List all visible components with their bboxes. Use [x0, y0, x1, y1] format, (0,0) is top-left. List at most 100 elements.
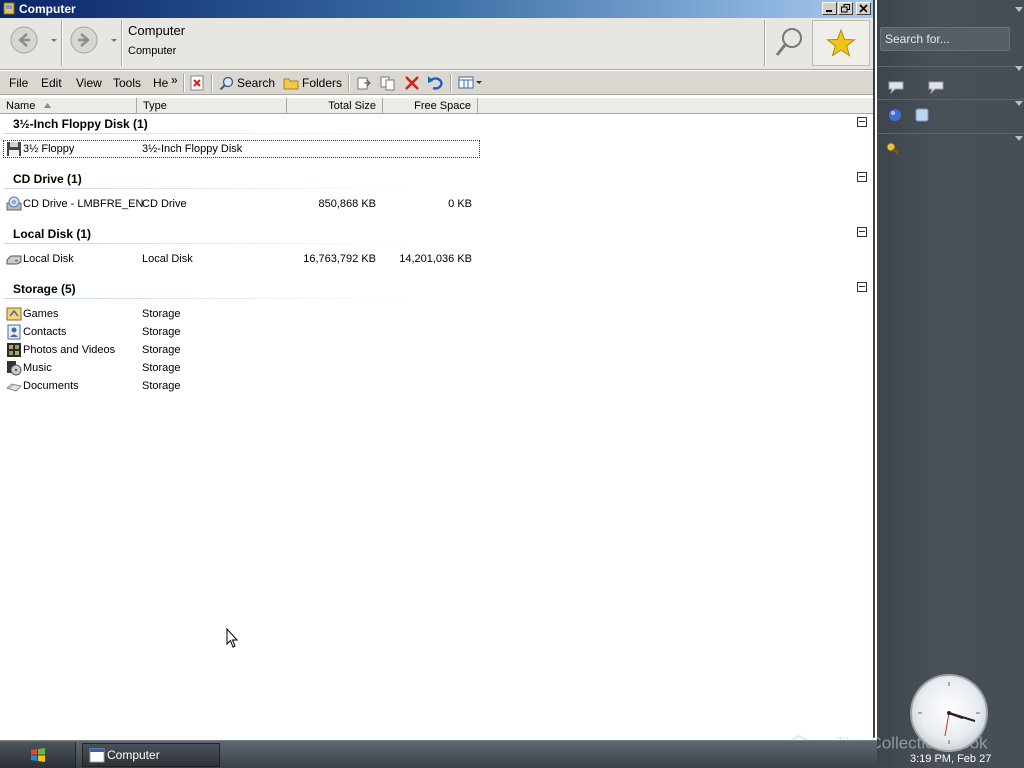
item-name: Music — [23, 362, 52, 374]
nav-separator — [764, 20, 766, 66]
nav-separator — [121, 20, 123, 66]
taskbar-button-computer[interactable]: Computer — [82, 743, 220, 767]
sort-ascending-icon — [44, 103, 51, 108]
column-header-free-label: Free Space — [414, 100, 471, 112]
menu-toolbar: File Edit View Tools He » Search Folders — [0, 71, 873, 95]
column-header-total-size[interactable]: Total Size — [287, 98, 383, 114]
music-icon — [7, 361, 22, 376]
group-collapse-button[interactable] — [857, 172, 867, 182]
back-button[interactable] — [8, 24, 40, 56]
item-name: Local Disk — [23, 253, 74, 265]
menu-overflow-chevron[interactable]: » — [171, 73, 178, 87]
undo-icon[interactable] — [427, 75, 443, 91]
item-name: 3½ Floppy — [23, 143, 75, 155]
toolbar-separator — [183, 74, 185, 92]
stop-page-icon — [190, 75, 204, 91]
contacts-gadget-icon[interactable] — [887, 107, 903, 123]
folder-icon — [283, 78, 299, 90]
sidebar-search-input[interactable]: Search for... — [880, 27, 1010, 51]
sidebar-divider — [877, 133, 1024, 134]
move-to-icon[interactable] — [356, 75, 372, 91]
stop-button[interactable] — [190, 75, 204, 91]
item-type: CD Drive — [142, 198, 187, 210]
toolbar-separator — [450, 74, 452, 92]
column-header-name-label: Name — [6, 100, 36, 112]
floppy-icon — [7, 142, 21, 156]
item-type: Local Disk — [142, 253, 193, 265]
sidebar-tile-menu-arrow-icon[interactable] — [1015, 101, 1023, 106]
item-type: 3½-Inch Floppy Disk — [142, 143, 243, 155]
photos-icon — [7, 343, 21, 357]
group-collapse-button[interactable] — [857, 117, 867, 127]
menu-edit[interactable]: Edit — [41, 76, 62, 90]
forward-dropdown-icon[interactable] — [110, 35, 118, 45]
group-header-storage[interactable]: Storage (5) — [13, 282, 76, 296]
navigation-bar: Computer Computer — [0, 18, 873, 70]
documents-icon — [6, 383, 22, 392]
menu-view[interactable]: View — [76, 76, 102, 90]
keys-gadget-icon[interactable] — [884, 140, 902, 158]
group-header-floppy[interactable]: 3½-Inch Floppy Disk (1) — [13, 117, 148, 131]
restore-icon — [841, 4, 850, 13]
drive-list[interactable]: 3½-Inch Floppy Disk (1) 3½ Floppy 3½-Inc… — [0, 115, 873, 738]
location-title: Computer — [128, 23, 186, 38]
item-total-size: 850,868 KB — [318, 198, 377, 210]
item-total-size: 16,763,792 KB — [303, 253, 376, 265]
games-icon — [6, 307, 22, 321]
forward-button[interactable] — [68, 24, 100, 56]
menu-help[interactable]: He — [153, 76, 168, 90]
window-app-icon — [89, 748, 105, 763]
sidebar-divider — [877, 99, 1024, 100]
list-item[interactable]: 3½ Floppy 3½-Inch Floppy Disk — [3, 140, 480, 158]
group-header-local-disk[interactable]: Local Disk (1) — [13, 227, 91, 241]
windows-logo-icon — [31, 748, 45, 762]
nav-separator — [61, 20, 63, 66]
column-header-total-label: Total Size — [328, 100, 376, 112]
sidebar-divider — [877, 66, 1024, 67]
item-name: CD Drive - LMBFRE_EN — [23, 198, 144, 210]
item-name: Photos and Videos — [23, 344, 116, 356]
item-type: Storage — [142, 308, 181, 320]
search-button[interactable]: Search — [219, 75, 275, 91]
search-button-label: Search — [237, 76, 276, 90]
delete-icon[interactable] — [404, 75, 420, 91]
column-header-type-label: Type — [143, 100, 167, 112]
group-header-cd-drive[interactable]: CD Drive (1) — [13, 172, 82, 186]
restore-button[interactable] — [838, 2, 853, 15]
group-divider — [4, 188, 424, 189]
sidebar-tile-menu-arrow-icon[interactable] — [1015, 66, 1023, 71]
star-icon — [826, 28, 856, 57]
speech-bubble-icon[interactable] — [887, 80, 905, 94]
title-bar[interactable]: Computer — [0, 0, 873, 18]
column-header-type[interactable]: Type — [137, 98, 287, 114]
back-dropdown-icon[interactable] — [50, 35, 58, 45]
favorites-button[interactable] — [812, 20, 870, 66]
item-type: Storage — [142, 380, 181, 392]
minimize-button[interactable] — [822, 2, 837, 15]
column-header-name[interactable]: Name — [0, 98, 137, 114]
clock-gadget[interactable] — [910, 674, 988, 752]
sidebar-menu-arrow-icon[interactable] — [1015, 7, 1023, 12]
search-icon[interactable] — [768, 20, 812, 66]
group-collapse-button[interactable] — [857, 282, 867, 292]
item-type: Storage — [142, 344, 181, 356]
column-header-free-space[interactable]: Free Space — [383, 98, 478, 114]
group-collapse-button[interactable] — [857, 227, 867, 237]
item-type: Storage — [142, 326, 181, 338]
taskbar-button-label: Computer — [107, 748, 160, 762]
menu-file[interactable]: File — [9, 76, 28, 90]
copy-to-icon[interactable] — [380, 75, 396, 91]
sidebar-tile-menu-arrow-icon[interactable] — [1015, 136, 1023, 141]
speech-bubble-icon[interactable] — [927, 80, 945, 94]
close-button[interactable] — [856, 2, 871, 15]
contacts-icon — [7, 324, 21, 340]
search-magnifier-icon — [219, 76, 234, 90]
notes-gadget-icon[interactable] — [914, 107, 930, 123]
folders-button[interactable]: Folders — [283, 75, 342, 91]
start-button[interactable] — [0, 742, 76, 768]
group-divider — [4, 133, 424, 134]
group-divider — [4, 298, 424, 299]
views-icon[interactable] — [458, 76, 482, 90]
item-name: Documents — [23, 380, 79, 392]
menu-tools[interactable]: Tools — [113, 76, 141, 90]
